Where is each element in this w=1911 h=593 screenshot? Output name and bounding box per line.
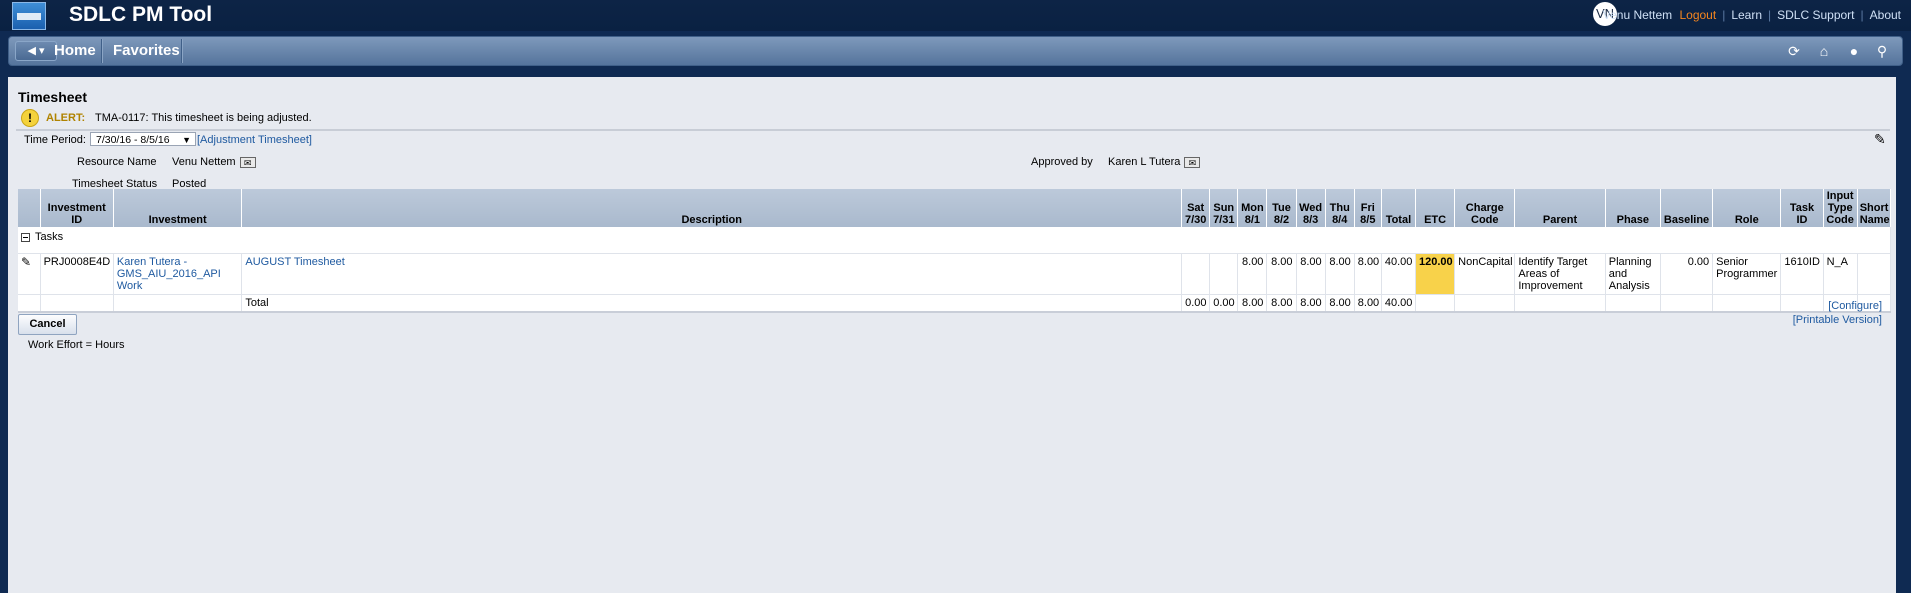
thu-cell[interactable]: 8.00	[1325, 253, 1355, 295]
description-link[interactable]: AUGUST Timesheet	[241, 253, 1183, 295]
totals-label: Total	[241, 294, 1183, 313]
mon-cell[interactable]: 8.00	[1237, 253, 1268, 295]
col-mon: Mon 8/1	[1237, 189, 1268, 227]
col-baseline[interactable]: Baseline	[1660, 189, 1714, 227]
col-input-type-code[interactable]: Input Type Code	[1823, 189, 1858, 227]
top-bar: SDLC PM Tool VN Venu Nettem Logout | Learn…	[0, 0, 1911, 31]
configure-link[interactable]: [Configure]	[1828, 300, 1882, 312]
user-name-link[interactable]: Venu Nettem	[1603, 8, 1672, 22]
investment-link[interactable]: Karen Tutera - GMS_AIU_2016_API Work	[113, 253, 243, 295]
table-row: ✎ PRJ0008E4D Karen Tutera - GMS_AIU_2016…	[18, 253, 1892, 295]
edit-icon[interactable]: ✎	[21, 255, 31, 269]
totals-row: Total 0.00 0.00 8.00 8.00 8.00 8.00 8.00…	[18, 294, 1892, 313]
col-investment[interactable]: Investment	[113, 189, 243, 227]
role-cell: Senior Programmer	[1712, 253, 1782, 295]
mail-icon[interactable]: ✉	[239, 156, 256, 168]
cancel-button[interactable]: Cancel	[18, 314, 77, 335]
tasks-group-row: Tasks	[18, 227, 1891, 254]
row-total-cell: 40.00	[1381, 253, 1416, 295]
resource-name-label: Resource Name	[77, 156, 157, 168]
col-charge-code[interactable]: Charge Code	[1454, 189, 1516, 227]
tasks-group-label: Tasks	[35, 231, 64, 243]
col-investment-id[interactable]: Investment ID	[40, 189, 114, 227]
time-period-select[interactable]: 7/30/16 - 8/5/16 ▼	[90, 132, 196, 146]
investment-id-cell: PRJ0008E4D	[40, 253, 114, 295]
phase-cell: Planning and Analysis	[1605, 253, 1661, 295]
total-fri: 8.00	[1354, 294, 1382, 313]
total-wed: 8.00	[1296, 294, 1326, 313]
top-links: Venu Nettem Logout | Learn | SDLC Support | Ab…	[1602, 8, 1901, 22]
task-id-cell: 1610ID	[1780, 253, 1824, 295]
nav-home[interactable]: Home	[54, 37, 96, 65]
collapse-icon[interactable]	[21, 232, 30, 242]
etc-cell[interactable]: 120.00	[1415, 253, 1456, 295]
alert-label: ALERT:	[46, 112, 86, 124]
col-sat: Sat 7/30	[1181, 189, 1211, 227]
work-effort-note: Work Effort = Hours	[28, 339, 125, 351]
logout-link[interactable]: Logout	[1679, 8, 1716, 22]
alert-text: TMA-0117: This timesheet is being adjust…	[95, 112, 312, 124]
app-title: SDLC PM Tool	[69, 3, 213, 26]
col-parent[interactable]: Parent	[1514, 189, 1606, 227]
adjustment-timesheet-link[interactable]: [Adjustment Timesheet]	[197, 134, 312, 146]
total-thu: 8.00	[1325, 294, 1355, 313]
total-sun: 0.00	[1209, 294, 1239, 313]
approved-by-label: Approved by	[1031, 156, 1093, 168]
back-arrow-icon: ◀ ▾	[27, 45, 45, 57]
tue-cell[interactable]: 8.00	[1266, 253, 1297, 295]
page-title: Timesheet	[18, 89, 87, 105]
col-fri: Fri 8/5	[1354, 189, 1382, 227]
col-task-id[interactable]: Task ID	[1780, 189, 1824, 227]
edit-notes-icon[interactable]: ✎	[1874, 131, 1890, 147]
col-etc[interactable]: ETC	[1415, 189, 1456, 227]
sdlc-support-link[interactable]: SDLC Support	[1777, 8, 1854, 22]
total-tue: 8.00	[1266, 294, 1297, 313]
input-type-code-cell: N_A	[1823, 253, 1858, 295]
total-total: 40.00	[1381, 294, 1416, 313]
fri-cell[interactable]: 8.00	[1354, 253, 1382, 295]
printable-version-link[interactable]: [Printable Version]	[1793, 314, 1882, 326]
col-sun: Sun 7/31	[1209, 189, 1239, 227]
col-tue: Tue 8/2	[1266, 189, 1297, 227]
home-icon[interactable]: ⌂	[1816, 43, 1832, 59]
main-content: Timesheet ! ALERT: TMA-0117: This timesh…	[8, 77, 1896, 593]
total-mon: 8.00	[1237, 294, 1268, 313]
short-name-cell	[1857, 253, 1892, 295]
col-select	[18, 189, 41, 227]
sun-cell[interactable]	[1209, 253, 1239, 295]
about-link[interactable]: About	[1870, 8, 1901, 22]
col-description[interactable]: Description	[241, 189, 1183, 227]
time-period-label: Time Period:	[24, 134, 86, 146]
back-button[interactable]: ◀ ▾	[15, 41, 57, 61]
dropdown-arrow-icon: ▼	[182, 135, 191, 145]
sat-cell[interactable]	[1181, 253, 1211, 295]
row-edit-cell[interactable]: ✎	[18, 253, 41, 295]
time-period-value: 7/30/16 - 8/5/16	[96, 134, 170, 146]
resource-name-value: Venu Nettem ✉	[172, 156, 256, 168]
alert-icon: !	[21, 109, 39, 127]
timesheet-table: Investment ID Investment Description Sat…	[18, 189, 1892, 313]
nav-bar: ◀ ▾ Home Favorites ⟳ ⌂ ● ⚲	[8, 36, 1903, 66]
total-sat: 0.00	[1181, 294, 1211, 313]
nav-favorites[interactable]: Favorites	[113, 37, 180, 65]
mail-icon[interactable]: ✉	[1184, 156, 1201, 168]
baseline-cell: 0.00	[1660, 253, 1714, 295]
company-logo	[12, 2, 46, 30]
wed-cell[interactable]: 8.00	[1296, 253, 1326, 295]
refresh-icon[interactable]: ⟳	[1786, 43, 1802, 59]
col-wed: Wed 8/3	[1296, 189, 1326, 227]
col-short-name[interactable]: Short Name	[1857, 189, 1892, 227]
approved-by-value: Karen L Tutera ✉	[1108, 156, 1201, 168]
search-icon[interactable]: ⚲	[1874, 43, 1890, 59]
parent-cell: Identify Target Areas of Improvement	[1514, 253, 1606, 295]
help-icon[interactable]: ●	[1846, 43, 1862, 59]
charge-code-cell: NonCapital	[1454, 253, 1516, 295]
col-thu: Thu 8/4	[1325, 189, 1355, 227]
divider	[16, 129, 1890, 131]
table-header-row: Investment ID Investment Description Sat…	[18, 189, 1892, 227]
col-phase[interactable]: Phase	[1605, 189, 1661, 227]
learn-link[interactable]: Learn	[1731, 8, 1762, 22]
col-total: Total	[1381, 189, 1416, 227]
col-role[interactable]: Role	[1712, 189, 1782, 227]
